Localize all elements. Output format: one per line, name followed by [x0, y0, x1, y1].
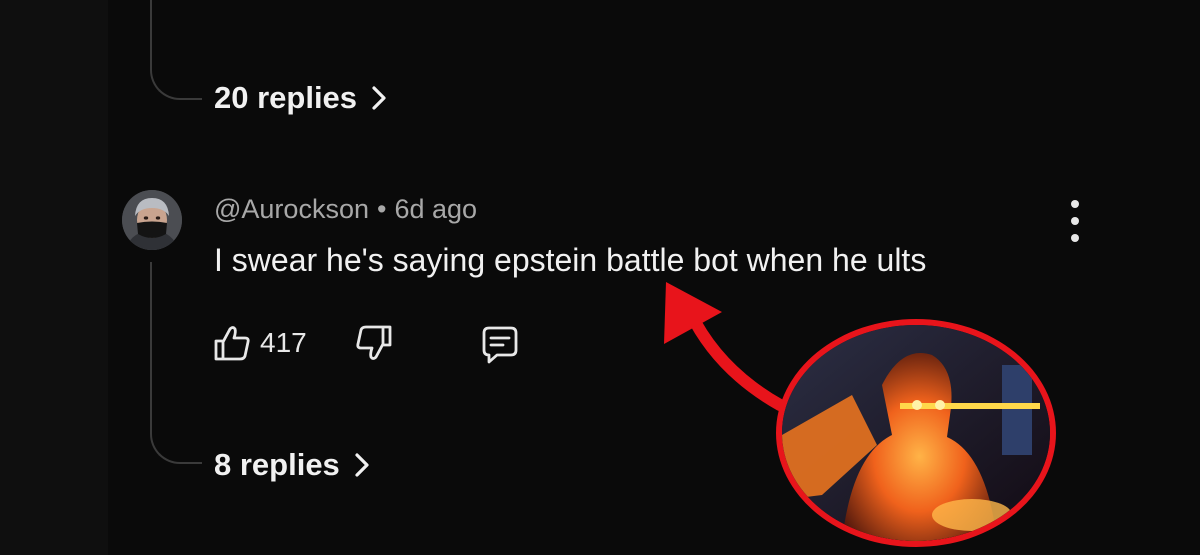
glowing-character-image: [782, 325, 1050, 541]
highlighted-character-image: [776, 319, 1056, 547]
